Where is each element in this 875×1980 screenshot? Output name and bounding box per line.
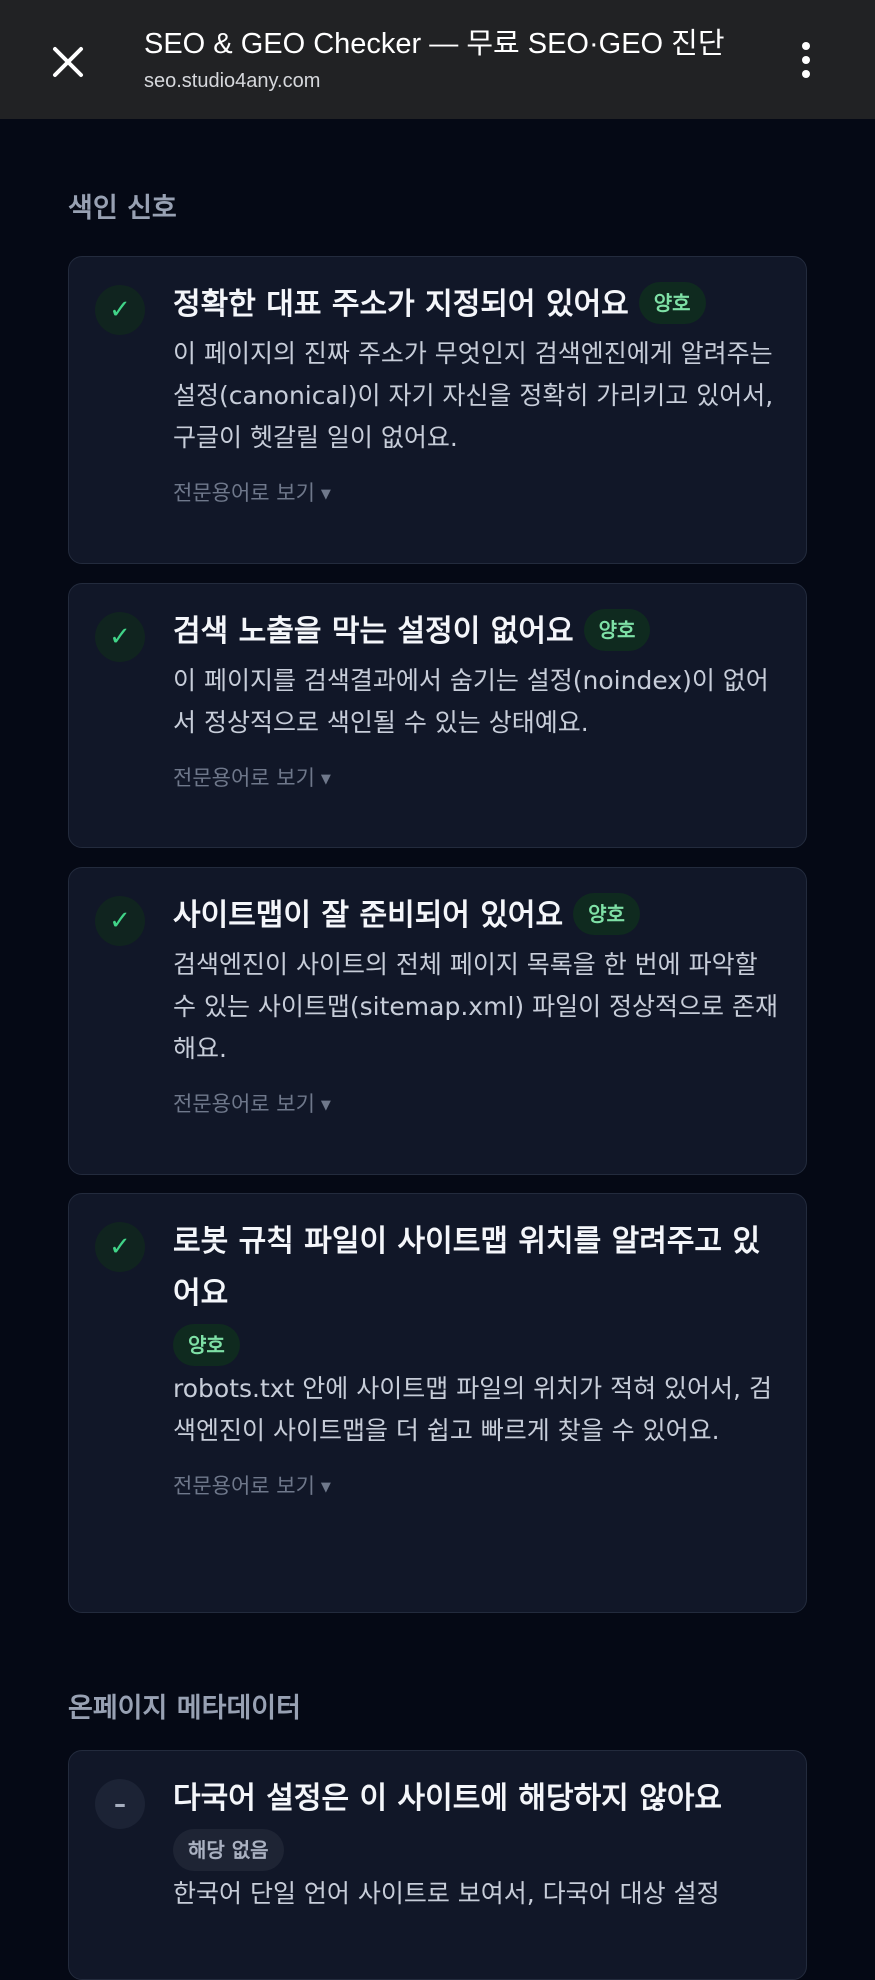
check-icon: ✓ <box>95 612 145 662</box>
status-badge: 양호 <box>573 892 640 935</box>
toggle-label: 전문용어로 보기 <box>173 1474 315 1498</box>
page-title: SEO & GEO Checker — 무료 SEO·GEO 진단 <box>144 28 725 60</box>
section-heading-index-signals: 색인 신호 <box>68 193 177 224</box>
browser-topbar: SEO & GEO Checker — 무료 SEO·GEO 진단 seo.st… <box>0 0 875 119</box>
check-card: – 다국어 설정은 이 사이트에 해당하지 않아요 해당 없음 한국어 단일 언… <box>68 1750 807 1980</box>
caret-down-icon: ▼ <box>320 772 331 787</box>
check-icon: ✓ <box>95 285 145 335</box>
close-icon <box>53 47 83 77</box>
view-technical-toggle[interactable]: 전문용어로 보기 ▼ <box>173 477 786 507</box>
card-title: 검색 노출을 막는 설정이 없어요 <box>173 614 574 649</box>
more-options-button[interactable] <box>790 36 822 84</box>
view-technical-toggle[interactable]: 전문용어로 보기 ▼ <box>173 1088 786 1118</box>
close-button[interactable] <box>44 38 92 86</box>
check-icon: ✓ <box>95 1222 145 1272</box>
caret-down-icon: ▼ <box>320 487 331 502</box>
caret-down-icon: ▼ <box>320 1480 331 1495</box>
page-url: seo.studio4any.com <box>144 70 321 92</box>
card-title: 다국어 설정은 이 사이트에 해당하지 않아요 <box>173 1781 723 1816</box>
toggle-label: 전문용어로 보기 <box>173 481 315 505</box>
card-description: 검색엔진이 사이트의 전체 페이지 목록을 한 번에 파악할 수 있는 사이트맵… <box>173 950 778 1063</box>
status-badge: 양호 <box>583 608 651 651</box>
card-description: robots.txt 안에 사이트맵 파일의 위치가 적혀 있어서, 검색엔진이… <box>173 1374 772 1445</box>
card-title: 정확한 대표 주소가 지정되어 있어요 <box>173 287 629 322</box>
status-badge: 해당 없음 <box>173 1829 284 1871</box>
status-badge: 양호 <box>173 1324 240 1366</box>
check-card: ✓ 검색 노출을 막는 설정이 없어요 양호 이 페이지를 검색결과에서 숨기는 … <box>68 583 807 848</box>
section-heading-onpage-metadata: 온페이지 메타데이터 <box>68 1693 301 1724</box>
view-technical-toggle[interactable]: 전문용어로 보기 ▼ <box>173 1470 786 1500</box>
card-description: 한국어 단일 언어 사이트로 보여서, 다국어 대상 설정 <box>173 1879 720 1908</box>
status-badge: 양호 <box>638 281 706 324</box>
check-card: ✓ 정확한 대표 주소가 지정되어 있어요 양호 이 페이지의 진짜 주소가 무엇… <box>68 256 807 564</box>
card-title: 사이트맵이 잘 준비되어 있어요 <box>173 898 564 933</box>
card-title: 로봇 규칙 파일이 사이트맵 위치를 알려주고 있어요 <box>173 1224 761 1311</box>
check-card: ✓ 사이트맵이 잘 준비되어 있어요 양호 검색엔진이 사이트의 전체 페이지 목… <box>68 867 807 1175</box>
caret-down-icon: ▼ <box>320 1098 331 1113</box>
card-description: 이 페이지를 검색결과에서 숨기는 설정(noindex)이 없어서 정상적으로… <box>173 666 769 737</box>
view-technical-toggle[interactable]: 전문용어로 보기 ▼ <box>173 762 786 792</box>
card-description: 이 페이지의 진짜 주소가 무엇인지 검색엔진에게 알려주는 설정(canoni… <box>173 339 774 452</box>
toggle-label: 전문용어로 보기 <box>173 1092 315 1116</box>
check-card: ✓ 로봇 규칙 파일이 사이트맵 위치를 알려주고 있어요 양호 robots.… <box>68 1193 807 1613</box>
toggle-label: 전문용어로 보기 <box>173 766 315 790</box>
tab-title-block: SEO & GEO Checker — 무료 SEO·GEO 진단 seo.st… <box>144 26 744 94</box>
dash-icon: – <box>95 1779 145 1829</box>
more-vertical-icon <box>802 42 810 50</box>
check-icon: ✓ <box>95 896 145 946</box>
